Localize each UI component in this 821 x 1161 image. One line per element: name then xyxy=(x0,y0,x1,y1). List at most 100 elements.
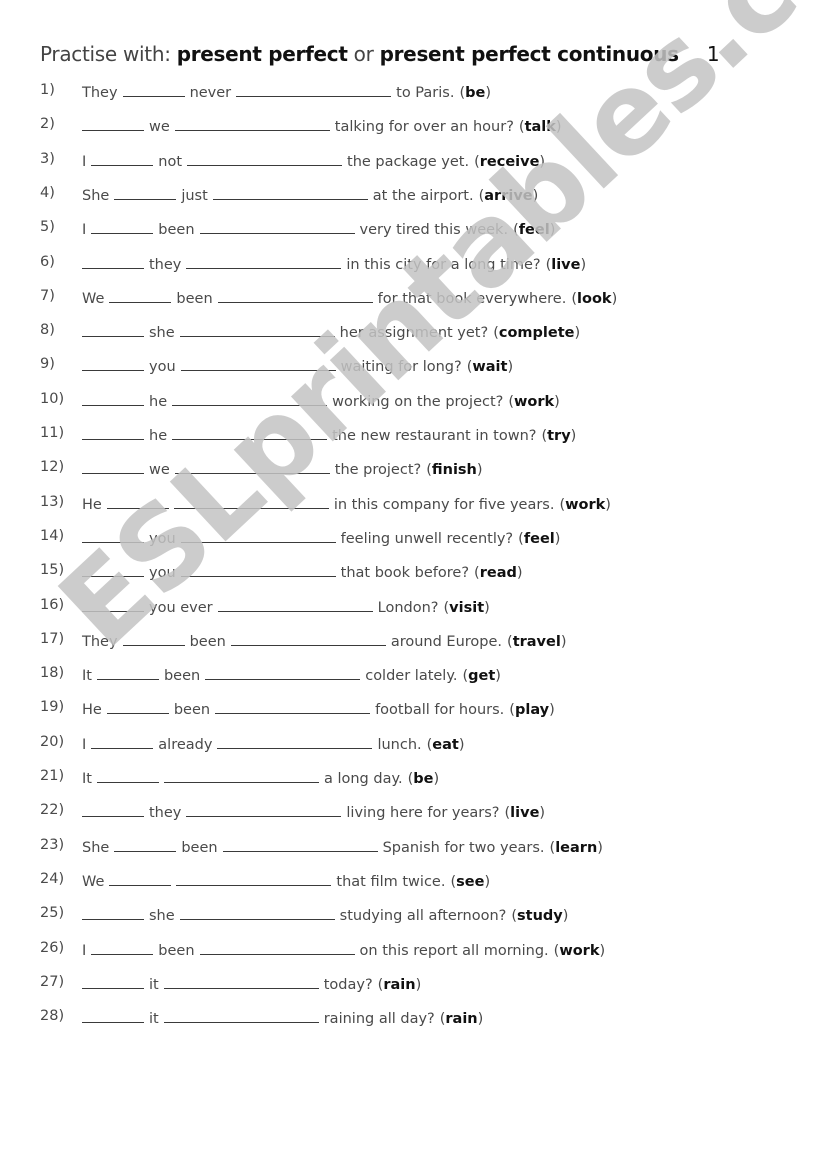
answer-blank-long[interactable] xyxy=(176,871,332,886)
item-number: 20) xyxy=(40,733,65,750)
answer-blank-long[interactable] xyxy=(179,905,335,921)
answer-blank-short[interactable] xyxy=(82,905,144,921)
answer-blank-long[interactable] xyxy=(174,459,330,475)
answer-blank-long[interactable] xyxy=(212,185,368,200)
answer-blank-short[interactable] xyxy=(114,837,177,852)
answer-blank-short[interactable] xyxy=(82,425,144,440)
sentence-text: studying all afternoon? xyxy=(339,908,507,925)
answer-blank-short[interactable] xyxy=(82,254,144,269)
answer-blank-long[interactable] xyxy=(222,837,378,852)
answer-blank-short[interactable] xyxy=(82,974,144,989)
answer-blank-long[interactable] xyxy=(174,116,330,132)
sentence-text: the new restaurant in town? xyxy=(332,428,537,444)
sentence-text: just xyxy=(181,187,208,204)
base-verb: look xyxy=(577,290,612,307)
base-verb: rain xyxy=(383,976,416,993)
answer-blank-short[interactable] xyxy=(106,699,169,715)
answer-blank-long[interactable] xyxy=(205,665,361,681)
answer-blank-short[interactable] xyxy=(82,322,144,338)
answer-blank-long[interactable] xyxy=(180,562,336,578)
item-sentence: She just at the airport. (arrive) xyxy=(82,185,538,204)
sentence-text: She xyxy=(82,839,110,856)
item-number: 11) xyxy=(40,425,65,441)
sentence-text: we xyxy=(149,462,170,479)
close-paren: ) xyxy=(539,805,546,822)
answer-blank-long[interactable] xyxy=(186,254,342,269)
answer-blank-short[interactable] xyxy=(96,665,159,681)
verb-hint: (receive) xyxy=(474,154,545,170)
answer-blank-long[interactable] xyxy=(230,631,386,646)
base-verb: arrive xyxy=(484,187,533,204)
answer-blank-short[interactable] xyxy=(82,1008,144,1024)
answer-blank-short[interactable] xyxy=(91,734,154,749)
close-paren: ) xyxy=(570,428,577,444)
sentence-text: it xyxy=(149,1011,159,1028)
item-number: 17) xyxy=(40,630,65,647)
sentence-text: been xyxy=(181,839,218,856)
answer-blank-long[interactable] xyxy=(163,768,319,783)
item-sentence: he the new restaurant in town? (try) xyxy=(82,425,576,444)
answer-blank-short[interactable] xyxy=(122,82,185,97)
answer-blank-short[interactable] xyxy=(82,528,144,543)
answer-blank-long[interactable] xyxy=(217,288,373,303)
answer-blank-long[interactable] xyxy=(199,219,355,235)
verb-hint: (wait) xyxy=(467,359,513,375)
answer-blank-long[interactable] xyxy=(173,494,329,509)
answer-blank-short[interactable] xyxy=(82,562,144,578)
answer-blank-short[interactable] xyxy=(91,940,154,955)
item-sentence: He been football for hours. (play) xyxy=(82,699,555,718)
sentence-text: I xyxy=(82,942,87,959)
answer-blank-long[interactable] xyxy=(215,699,371,715)
answer-blank-long[interactable] xyxy=(163,1008,319,1024)
verb-hint: (be) xyxy=(459,85,491,101)
answer-blank-long[interactable] xyxy=(217,597,373,612)
answer-blank-short[interactable] xyxy=(109,288,172,303)
answer-blank-short[interactable] xyxy=(106,494,169,509)
answer-blank-short[interactable] xyxy=(109,871,172,886)
sentence-text: you xyxy=(149,530,176,547)
close-paren: ) xyxy=(554,530,561,547)
answer-blank-long[interactable] xyxy=(217,734,373,749)
close-paren: ) xyxy=(476,462,483,479)
answer-blank-short[interactable] xyxy=(82,802,144,818)
answer-blank-long[interactable] xyxy=(180,528,336,543)
answer-blank-short[interactable] xyxy=(122,631,185,646)
answer-blank-short[interactable] xyxy=(82,459,144,475)
close-paren: ) xyxy=(532,187,539,204)
answer-blank-short[interactable] xyxy=(91,151,154,166)
sentence-text: been xyxy=(189,633,226,650)
item-sentence: It been colder lately. (get) xyxy=(82,665,501,684)
answer-blank-short[interactable] xyxy=(91,219,154,235)
answer-blank-long[interactable] xyxy=(179,322,335,338)
sentence-text: waiting for long? xyxy=(340,359,462,376)
item-number: 24) xyxy=(40,870,65,887)
item-number: 9) xyxy=(40,356,55,373)
answer-blank-long[interactable] xyxy=(236,82,392,97)
close-paren: ) xyxy=(597,839,603,856)
item-sentence: they in this city for a long time? (live) xyxy=(82,254,586,273)
answer-blank-long[interactable] xyxy=(186,802,342,818)
answer-blank-long[interactable] xyxy=(180,356,336,372)
sentence-text: working on the project? xyxy=(332,393,504,410)
title-tense-2: present perfect continuous xyxy=(379,42,679,66)
answer-blank-long[interactable] xyxy=(172,425,328,440)
answer-blank-long[interactable] xyxy=(172,391,328,406)
close-paren: ) xyxy=(562,908,569,925)
item-number: 26) xyxy=(40,939,65,956)
item-number: 2) xyxy=(40,116,55,133)
answer-blank-short[interactable] xyxy=(96,768,159,783)
answer-blank-short[interactable] xyxy=(114,185,177,200)
sentence-text: They xyxy=(82,633,118,650)
answer-blank-short[interactable] xyxy=(82,391,144,406)
base-verb: wait xyxy=(472,359,508,376)
verb-hint: (work) xyxy=(559,497,611,513)
answer-blank-short[interactable] xyxy=(82,597,144,612)
item-number: 8) xyxy=(40,322,55,339)
answer-blank-long[interactable] xyxy=(187,151,343,166)
sentence-text: Spanish for two years. xyxy=(382,839,545,856)
answer-blank-long[interactable] xyxy=(199,940,355,955)
item-sentence: you feeling unwell recently? (feel) xyxy=(82,528,560,547)
answer-blank-short[interactable] xyxy=(82,116,144,132)
answer-blank-long[interactable] xyxy=(163,974,319,989)
answer-blank-short[interactable] xyxy=(82,356,144,372)
